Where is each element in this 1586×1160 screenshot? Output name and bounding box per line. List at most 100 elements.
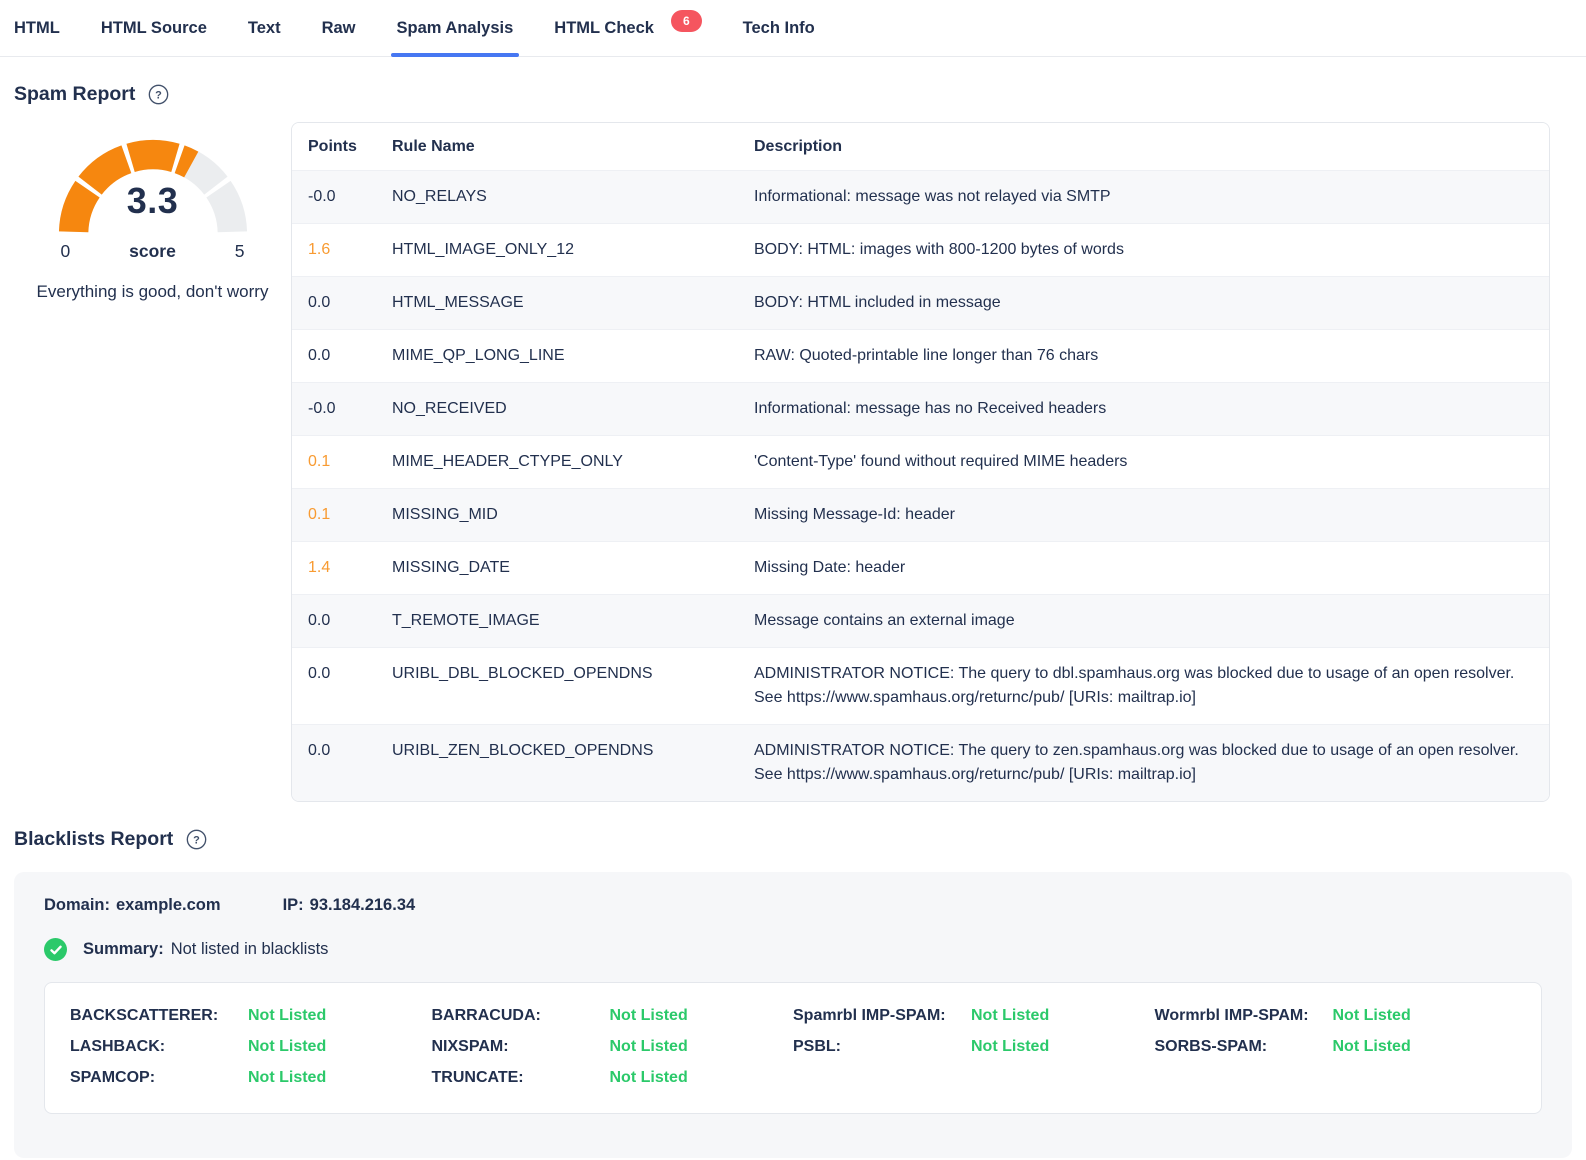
rule-points: -0.0 — [292, 383, 376, 436]
rule-name: URIBL_ZEN_BLOCKED_OPENDNS — [376, 725, 738, 802]
blacklists-report-heading: Blacklists Report ? — [0, 828, 1586, 851]
tab-label: HTML Check — [554, 19, 654, 38]
rule-name: T_REMOTE_IMAGE — [376, 595, 738, 648]
blacklists-grid: BACKSCATTERER:Not ListedBARRACUDA:Not Li… — [44, 982, 1542, 1114]
rule-name: MIME_QP_LONG_LINE — [376, 330, 738, 383]
blacklist-name: Spamrbl IMP-SPAM: — [793, 1007, 971, 1025]
domain-info: Domain:example.com — [44, 896, 227, 915]
tab-label: Tech Info — [743, 19, 815, 38]
blacklists-card: Domain:example.com IP:93.184.216.34 Summ… — [14, 872, 1572, 1158]
rule-points: 0.0 — [292, 648, 376, 725]
rule-description: Missing Date: header — [738, 542, 1549, 595]
rule-description: Missing Message-Id: header — [738, 489, 1549, 542]
spam-report-title: Spam Report — [14, 83, 135, 106]
blacklist-entry: Wormrbl IMP-SPAM:Not Listed — [1155, 1007, 1517, 1025]
blacklist-name: BACKSCATTERER: — [70, 1007, 248, 1025]
spam-rule-row: 0.0T_REMOTE_IMAGEMessage contains an ext… — [292, 595, 1549, 648]
blacklist-name: BARRACUDA: — [432, 1007, 610, 1025]
summary-label: Summary: — [83, 940, 164, 959]
blacklist-name: SPAMCOP: — [70, 1069, 248, 1087]
rule-description: RAW: Quoted-printable line longer than 7… — [738, 330, 1549, 383]
gauge-score-label: score — [129, 241, 176, 262]
points-column-header: Points — [292, 123, 376, 171]
rule-description: Informational: message was not relayed v… — [738, 171, 1549, 224]
tab-html-check[interactable]: HTML Check 6 — [554, 0, 701, 56]
blacklists-target-info: Domain:example.com IP:93.184.216.34 — [44, 896, 1542, 915]
spam-rule-row: -0.0NO_RECEIVEDInformational: message ha… — [292, 383, 1549, 436]
spam-rule-row: 1.4MISSING_DATEMissing Date: header — [292, 542, 1549, 595]
rule-name: HTML_IMAGE_ONLY_12 — [376, 224, 738, 277]
rule-points: 0.1 — [292, 436, 376, 489]
tab-text[interactable]: Text — [248, 0, 281, 56]
spam-rule-row: 1.6HTML_IMAGE_ONLY_12BODY: HTML: images … — [292, 224, 1549, 277]
tab-label: HTML — [14, 19, 60, 38]
spam-rules-body: -0.0 NO_RELAYSInformational: message was … — [292, 171, 1549, 802]
blacklist-status: Not Listed — [1333, 1007, 1411, 1025]
blacklist-status: Not Listed — [971, 1038, 1049, 1056]
rule-description: ADMINISTRATOR NOTICE: The query to zen.s… — [738, 725, 1549, 802]
tab-label: HTML Source — [101, 19, 207, 38]
rule-points: 0.0 — [292, 277, 376, 330]
spam-rules-table: Points Rule Name Description -0.0NO_RELA… — [292, 123, 1549, 801]
rule-points: 0.0 — [292, 725, 376, 802]
blacklist-entry: PSBL:Not Listed — [793, 1038, 1155, 1056]
tab-count-badge: 6 — [671, 10, 702, 32]
blacklist-status: Not Listed — [610, 1038, 688, 1056]
blacklist-entry: SORBS-SPAM:Not Listed — [1155, 1038, 1517, 1056]
blacklist-status: Not Listed — [248, 1007, 326, 1025]
rule-points: 0.1 — [292, 489, 376, 542]
help-icon[interactable]: ? — [186, 829, 207, 850]
rule-description: 'Content-Type' found without required MI… — [738, 436, 1549, 489]
svg-text:?: ? — [193, 835, 200, 847]
ip-value: 93.184.216.34 — [310, 896, 416, 914]
rule-description: Message contains an external image — [738, 595, 1549, 648]
spam-rule-row: 0.0URIBL_DBL_BLOCKED_OPENDNSADMINISTRATO… — [292, 648, 1549, 725]
blacklist-status: Not Listed — [248, 1069, 326, 1087]
blacklists-report-title: Blacklists Report — [14, 828, 173, 851]
tab-raw[interactable]: Raw — [322, 0, 356, 56]
rule-name: MISSING_MID — [376, 489, 738, 542]
rule-description: ADMINISTRATOR NOTICE: The query to dbl.s… — [738, 648, 1549, 725]
tab-spam-analysis[interactable]: Spam Analysis — [397, 0, 514, 56]
help-icon[interactable]: ? — [148, 84, 169, 105]
tab-html[interactable]: HTML — [14, 0, 60, 56]
rule-name: URIBL_DBL_BLOCKED_OPENDNS — [376, 648, 738, 725]
domain-label: Domain: — [44, 896, 110, 914]
blacklist-entry: SPAMCOP:Not Listed — [70, 1069, 432, 1087]
blacklist-name: SORBS-SPAM: — [1155, 1038, 1333, 1056]
rule-description: Informational: message has no Received h… — [738, 383, 1549, 436]
blacklist-name: PSBL: — [793, 1038, 971, 1056]
blacklist-entry: LASHBACK:Not Listed — [70, 1038, 432, 1056]
spam-rule-row: 0.0URIBL_ZEN_BLOCKED_OPENDNSADMINISTRATO… — [292, 725, 1549, 802]
summary-value: Not listed in blacklists — [171, 940, 329, 959]
rule-name: HTML_MESSAGE — [376, 277, 738, 330]
blacklist-entry: BACKSCATTERER:Not Listed — [70, 1007, 432, 1025]
blacklist-name: TRUNCATE: — [432, 1069, 610, 1087]
blacklist-status: Not Listed — [971, 1007, 1049, 1025]
rule-name: MISSING_DATE — [376, 542, 738, 595]
spam-rule-row: 0.1MISSING_MIDMissing Message-Id: header — [292, 489, 1549, 542]
rule-points: 1.6 — [292, 224, 376, 277]
rule-points: 0.0 — [292, 330, 376, 383]
blacklists-summary: Summary: Not listed in blacklists — [44, 938, 1542, 961]
spam-score-value: 3.3 — [55, 180, 251, 222]
rule-name: NO_RELAYS — [376, 171, 738, 224]
spam-rule-row: 0.0HTML_MESSAGEBODY: HTML included in me… — [292, 277, 1549, 330]
spam-score-message: Everything is good, don't worry — [36, 279, 270, 305]
rule-points: 1.4 — [292, 542, 376, 595]
blacklist-status: Not Listed — [610, 1007, 688, 1025]
blacklist-name: LASHBACK: — [70, 1038, 248, 1056]
ip-info: IP:93.184.216.34 — [283, 896, 422, 915]
rule-description: BODY: HTML included in message — [738, 277, 1549, 330]
rule-description: BODY: HTML: images with 800-1200 bytes o… — [738, 224, 1549, 277]
tab-tech-info[interactable]: Tech Info — [743, 0, 815, 56]
tab-html-source[interactable]: HTML Source — [101, 0, 207, 56]
rule-name-column-header: Rule Name — [376, 123, 738, 171]
rule-name: MIME_HEADER_CTYPE_ONLY — [376, 436, 738, 489]
gauge-min-label: 0 — [61, 241, 71, 262]
gauge-axis: 0 score 5 — [55, 237, 251, 262]
svg-text:?: ? — [156, 90, 163, 102]
spam-report-heading: Spam Report ? — [0, 83, 1586, 106]
blacklist-entry: NIXSPAM:Not Listed — [432, 1038, 794, 1056]
spam-rule-row: -0.0NO_RELAYSInformational: message was … — [292, 171, 1549, 224]
